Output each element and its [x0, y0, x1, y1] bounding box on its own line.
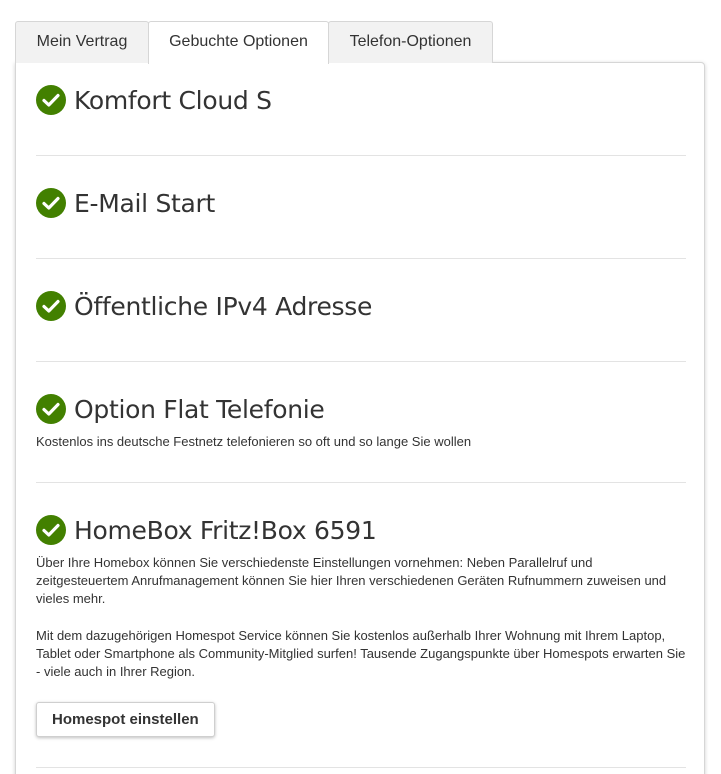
option-title: Komfort Cloud S [74, 85, 272, 115]
option-title: Öffentliche IPv4 Adresse [74, 291, 373, 321]
option-homebox: HomeBox Fritz!Box 6591 Über Ihre Homebox… [36, 513, 686, 681]
checkmark-circle-icon [36, 85, 66, 115]
option-description: Kostenlos ins deutsche Festnetz telefoni… [36, 434, 472, 449]
option-title: HomeBox Fritz!Box 6591 [74, 515, 377, 545]
divider [36, 482, 686, 483]
tab-bar: Mein Vertrag Gebuchte Optionen Telefon-O… [15, 21, 493, 64]
divider [36, 155, 686, 156]
tab-mein-vertrag[interactable]: Mein Vertrag [15, 21, 149, 63]
divider [36, 258, 686, 259]
homespot-einstellen-button[interactable]: Homespot einstellen [36, 702, 215, 737]
checkmark-circle-icon [36, 291, 66, 321]
option-email-start: E-Mail Start [36, 186, 686, 220]
option-komfort-cloud: Komfort Cloud S [36, 83, 686, 117]
option-title: E-Mail Start [74, 188, 216, 218]
options-panel: Komfort Cloud S E-Mail Start Öffentliche… [15, 62, 705, 774]
tab-telefon-optionen[interactable]: Telefon-Optionen [328, 21, 493, 63]
divider [36, 361, 686, 362]
option-flat-telefonie: Option Flat Telefonie Kostenlos ins deut… [36, 392, 686, 451]
option-ipv4: Öffentliche IPv4 Adresse [36, 289, 686, 323]
divider [36, 767, 686, 768]
checkmark-circle-icon [36, 188, 66, 218]
checkmark-circle-icon [36, 515, 66, 545]
tab-gebuchte-optionen[interactable]: Gebuchte Optionen [148, 21, 329, 64]
option-description-homespot: Mit dem dazugehörigen Homespot Service k… [36, 628, 686, 679]
option-title: Option Flat Telefonie [74, 394, 325, 424]
checkmark-circle-icon [36, 394, 66, 424]
option-description: Über Ihre Homebox können Sie verschieden… [36, 555, 667, 606]
